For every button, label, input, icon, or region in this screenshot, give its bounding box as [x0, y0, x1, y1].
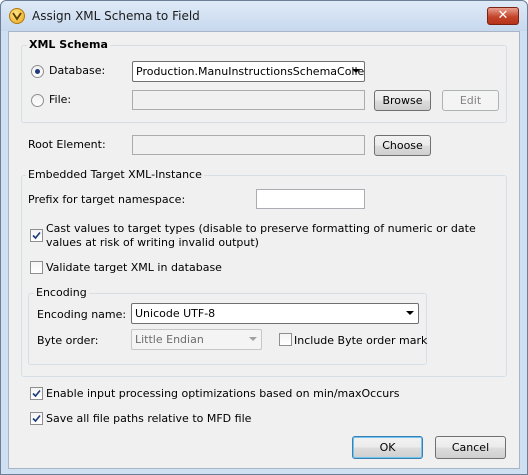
byte-order-mark-checkbox[interactable] [279, 333, 292, 346]
xml-schema-group [21, 45, 507, 123]
validate-xml-checkbox[interactable] [30, 261, 43, 274]
xml-schema-group-label: XML Schema [27, 38, 110, 51]
encoding-name-value: Unicode UTF-8 [135, 307, 216, 320]
root-element-field[interactable] [132, 135, 365, 155]
chevron-down-icon [352, 69, 360, 73]
database-select[interactable]: Production.ManuInstructionsSchemaCollect… [132, 61, 365, 82]
file-label[interactable]: File: [49, 93, 71, 106]
encoding-name-label: Encoding name: [37, 308, 127, 321]
enable-optimizations-checkbox[interactable] [30, 387, 43, 400]
save-relative-paths-label: Save all file paths relative to MFD file [46, 412, 252, 425]
file-path-field[interactable] [132, 90, 365, 110]
embedded-target-group-label: Embedded Target XML-Instance [26, 168, 204, 181]
choose-button[interactable]: Choose [374, 135, 431, 156]
encoding-name-select[interactable]: Unicode UTF-8 [131, 303, 419, 324]
byte-order-mark-label: Include Byte order mark [294, 334, 428, 347]
byte-order-value: Little Endian [135, 333, 204, 346]
prefix-label: Prefix for target namespace: [28, 193, 186, 206]
cancel-button[interactable]: Cancel [435, 436, 506, 459]
window-title: Assign XML Schema to Field [32, 9, 200, 23]
enable-optimizations-label: Enable input processing optimizations ba… [46, 387, 400, 400]
close-button[interactable]: ✕ [487, 7, 519, 25]
ok-button[interactable]: OK [352, 436, 423, 459]
byte-order-label: Byte order: [37, 334, 99, 347]
cast-values-label-line2: values at risk of writing invalid output… [46, 236, 259, 249]
edit-button[interactable]: Edit [442, 90, 499, 111]
chevron-down-icon [249, 337, 257, 341]
prefix-input[interactable] [256, 189, 365, 209]
dialog-window: Assign XML Schema to Field ✕ XML Schema … [0, 0, 528, 475]
save-relative-paths-checkbox[interactable] [30, 412, 43, 425]
database-select-value: Production.ManuInstructionsSchemaCollect… [136, 65, 365, 78]
chevron-down-icon [406, 311, 414, 315]
cast-values-checkbox[interactable] [30, 229, 43, 242]
checkmark-icon [32, 389, 41, 398]
validate-xml-label: Validate target XML in database [46, 261, 222, 274]
encoding-group-label: Encoding [34, 286, 89, 299]
dialog-body: XML Schema Database: Production.ManuInst… [8, 31, 520, 469]
file-radio[interactable] [31, 94, 44, 107]
byte-order-select[interactable]: Little Endian [131, 329, 262, 350]
cast-values-label-line1: Cast values to target types (disable to … [46, 222, 476, 235]
database-label[interactable]: Database: [49, 64, 105, 77]
checkmark-icon [32, 231, 41, 240]
title-bar[interactable]: Assign XML Schema to Field ✕ [1, 1, 527, 31]
root-element-label: Root Element: [28, 138, 106, 151]
browse-button[interactable]: Browse [374, 90, 431, 111]
database-radio[interactable] [31, 65, 44, 78]
altova-logo-icon [9, 8, 25, 24]
checkmark-icon [32, 414, 41, 423]
